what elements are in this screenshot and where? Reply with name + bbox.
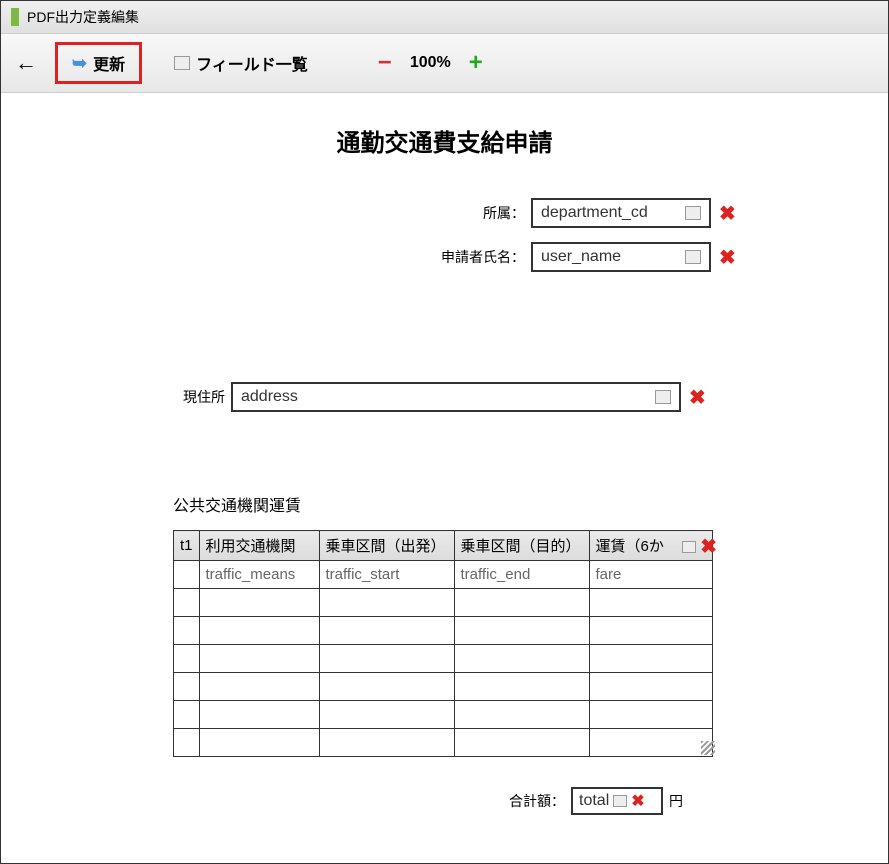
delete-address-icon[interactable]: ✖ [689, 385, 706, 410]
table-section-label: 公共交通機関運賃 [173, 492, 868, 516]
affiliation-label: 所属： [431, 203, 531, 223]
applicant-field[interactable]: user_name [531, 242, 711, 272]
cell-dest[interactable]: traffic_end [454, 561, 589, 589]
table-row[interactable] [174, 589, 713, 617]
cell-transport[interactable]: traffic_means [199, 561, 319, 589]
canvas: 通勤交通費支給申請 所属： department_cd ✖ 申請者氏名： use… [1, 93, 888, 835]
delete-total-icon[interactable]: ✖ [631, 791, 644, 811]
affiliation-value: department_cd [541, 204, 648, 222]
total-value: total [579, 792, 609, 810]
field-picker-icon[interactable] [613, 795, 627, 807]
delete-affiliation-icon[interactable]: ✖ [719, 201, 736, 226]
total-field[interactable]: total ✖ [571, 787, 663, 815]
field-list-label: フィールド一覧 [196, 51, 308, 75]
resize-handle[interactable] [701, 741, 715, 755]
table-row[interactable] [174, 701, 713, 729]
list-icon [174, 56, 190, 70]
app-marker-icon [11, 8, 19, 26]
applicant-value: user_name [541, 248, 621, 266]
zoom-level: 100% [410, 54, 451, 72]
window-title: PDF出力定義編集 [27, 7, 139, 27]
fare-table[interactable]: t1 利用交通機関 乗車区間（出発） 乗車区間（目的） 運賃（6か traffi… [173, 530, 713, 757]
address-value: address [241, 388, 298, 406]
affiliation-field[interactable]: department_cd [531, 198, 711, 228]
col-index[interactable]: t1 [174, 531, 200, 561]
cell-depart[interactable]: traffic_start [319, 561, 454, 589]
address-field[interactable]: address [231, 382, 681, 412]
table-row[interactable] [174, 673, 713, 701]
field-picker-icon[interactable] [655, 390, 671, 404]
table-row[interactable] [174, 617, 713, 645]
title-bar: PDF出力定義編集 [1, 1, 888, 34]
field-picker-icon[interactable] [682, 541, 696, 553]
address-label: 現住所 [171, 387, 231, 407]
back-button[interactable]: ← [15, 50, 37, 76]
field-picker-icon[interactable] [685, 250, 701, 264]
field-list-button[interactable]: フィールド一覧 [160, 45, 322, 81]
delete-table-icon[interactable]: ✖ [700, 534, 717, 559]
form-title: 通勤交通費支給申請 [21, 123, 868, 158]
update-label: 更新 [93, 51, 125, 75]
col-transport[interactable]: 利用交通機関 [199, 531, 319, 561]
field-picker-icon[interactable] [685, 206, 701, 220]
total-unit: 円 [669, 791, 683, 811]
col-dest[interactable]: 乗車区間（目的） [454, 531, 589, 561]
cell-fare[interactable]: fare [589, 561, 712, 589]
col-depart[interactable]: 乗車区間（出発） [319, 531, 454, 561]
zoom-out-button[interactable]: − [378, 49, 392, 77]
grid-wrap: t1 利用交通機関 乗車区間（出発） 乗車区間（目的） 運賃（6か traffi… [173, 530, 717, 757]
zoom-in-button[interactable]: + [469, 49, 483, 77]
table-row[interactable] [174, 645, 713, 673]
total-row: 合計額： total ✖ 円 [501, 787, 868, 815]
table-header-row: t1 利用交通機関 乗車区間（出発） 乗車区間（目的） 運賃（6か [174, 531, 713, 561]
toolbar: ← ➥ 更新 フィールド一覧 − 100% + [1, 34, 888, 93]
total-label: 合計額： [501, 791, 571, 811]
update-button[interactable]: ➥ 更新 [55, 42, 142, 84]
table-row[interactable] [174, 729, 713, 757]
table-row[interactable]: traffic_means traffic_start traffic_end … [174, 561, 713, 589]
delete-applicant-icon[interactable]: ✖ [719, 245, 736, 270]
applicant-label: 申請者氏名： [431, 247, 531, 267]
update-icon: ➥ [72, 53, 87, 74]
